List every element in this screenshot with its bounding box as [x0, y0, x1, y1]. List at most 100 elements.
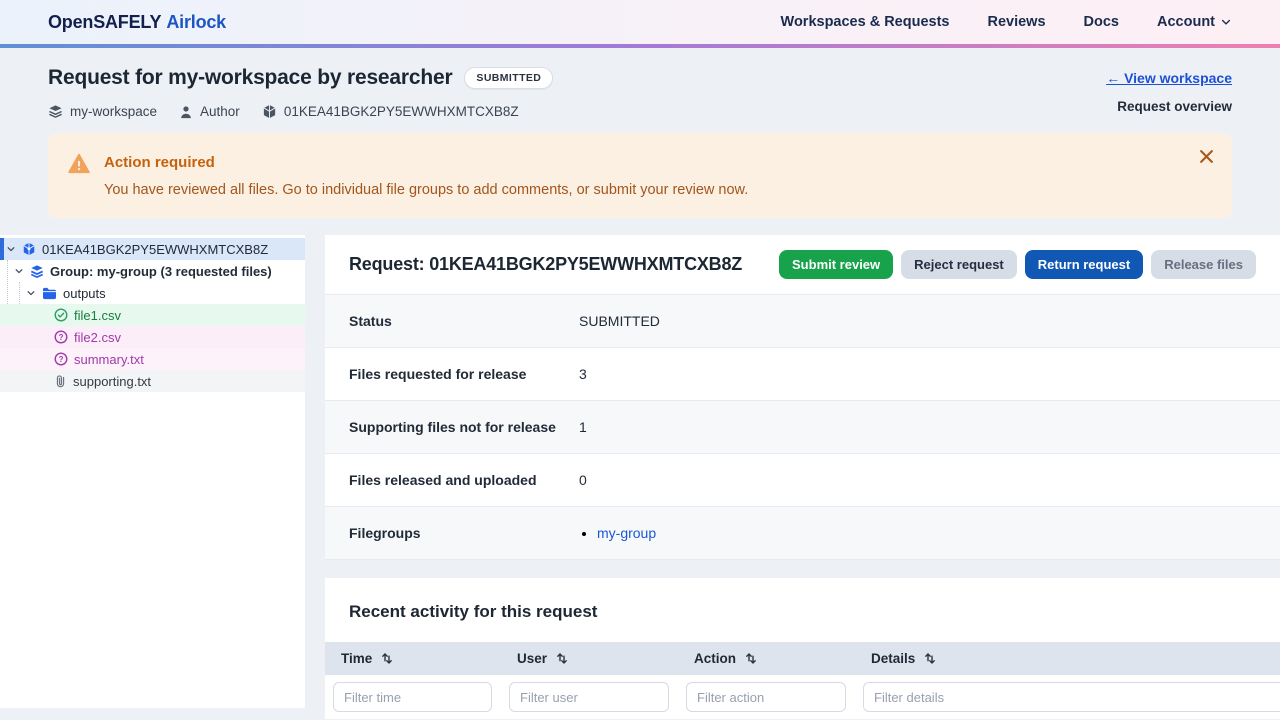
sort-icon [924, 652, 936, 665]
tree-item-supporting[interactable]: supporting.txt [0, 370, 305, 392]
recent-activity-title: Recent activity for this request [325, 578, 1280, 642]
overview-label: Status [349, 313, 579, 329]
chevron-down-icon [1220, 16, 1232, 28]
file-tree-sidebar: 01KEA41BGK2PY5EWWHXMTCXB8Z Group: my-gro… [0, 235, 305, 708]
overview-row-filegroups: Filegroups my-group [325, 507, 1280, 560]
column-header-details[interactable]: Details [855, 642, 1280, 675]
close-icon [1199, 149, 1214, 164]
layers-icon [48, 104, 63, 119]
nav-account-menu[interactable]: Account [1157, 14, 1232, 30]
chevron-down-icon [26, 288, 36, 298]
tree-folder-label: outputs [63, 286, 106, 301]
paperclip-icon [54, 374, 67, 388]
tree-item-file2[interactable]: ? file2.csv [0, 326, 305, 348]
meta-request-id: 01KEA41BGK2PY5EWWHXMTCXB8Z [262, 104, 519, 119]
column-header-action[interactable]: Action [678, 642, 855, 675]
main-nav: Workspaces & Requests Reviews Docs Accou… [781, 14, 1232, 30]
page-title: Request for my-workspace by researcher [48, 66, 452, 90]
action-required-alert: Action required You have reviewed all fi… [48, 133, 1232, 218]
overview-row-status: Status SUBMITTED [325, 295, 1280, 348]
request-actions: Submit review Reject request Return requ… [779, 250, 1256, 279]
meta-workspace-label: my-workspace [70, 104, 157, 119]
activity-filter-row [325, 675, 1280, 719]
column-label: User [517, 651, 547, 666]
overview-label: Files requested for release [349, 366, 579, 382]
warning-icon [68, 153, 90, 198]
svg-text:?: ? [59, 333, 64, 342]
overview-value: 3 [579, 366, 587, 382]
airlock-page: OpenSAFELYAirlock Workspaces & Requests … [0, 0, 1280, 720]
nav-docs[interactable]: Docs [1084, 14, 1119, 30]
svg-text:?: ? [59, 355, 64, 364]
brand-logo[interactable]: OpenSAFELYAirlock [48, 12, 226, 33]
page-header-left: Request for my-workspace by researcher S… [48, 66, 553, 119]
release-files-button[interactable]: Release files [1151, 250, 1256, 279]
overview-label: Filegroups [349, 525, 579, 541]
column-label: Action [694, 651, 736, 666]
tree-item-request-root[interactable]: 01KEA41BGK2PY5EWWHXMTCXB8Z [0, 238, 305, 260]
navbar: OpenSAFELYAirlock Workspaces & Requests … [0, 0, 1280, 44]
filegroups-list-item: my-group [597, 525, 656, 541]
filter-time-input[interactable] [333, 682, 492, 712]
alert-close-button[interactable] [1195, 145, 1218, 168]
return-request-button[interactable]: Return request [1025, 250, 1143, 279]
layers-icon [30, 264, 44, 278]
alert-content: Action required You have reviewed all fi… [104, 151, 748, 198]
request-meta: my-workspace Author 01KEA41BGK2PY5EWWHXM… [48, 104, 553, 119]
sort-icon [745, 652, 757, 665]
activity-table-header: Time User Action Details [325, 642, 1280, 675]
question-circle-icon: ? [54, 352, 68, 366]
sort-icon [556, 652, 568, 665]
tree-item-outputs-folder[interactable]: outputs [0, 282, 305, 304]
folder-icon [42, 287, 57, 300]
airlock-cube-icon [22, 242, 36, 256]
page-header: Request for my-workspace by researcher S… [0, 48, 1280, 123]
person-icon [179, 105, 193, 119]
chevron-down-icon [14, 266, 24, 276]
column-header-user[interactable]: User [501, 642, 678, 675]
request-title: Request: 01KEA41BGK2PY5EWWHXMTCXB8Z [349, 254, 742, 275]
status-badge: SUBMITTED [464, 67, 553, 89]
reject-request-button[interactable]: Reject request [901, 250, 1017, 279]
nav-account-label: Account [1157, 14, 1215, 30]
tree-item-group[interactable]: Group: my-group (3 requested files) [0, 260, 305, 282]
column-header-time[interactable]: Time [325, 642, 501, 675]
tree-item-summary[interactable]: ? summary.txt [0, 348, 305, 370]
nav-workspaces-requests[interactable]: Workspaces & Requests [781, 14, 950, 30]
chevron-down-icon [6, 244, 16, 254]
tree-item-file1[interactable]: file1.csv [0, 304, 305, 326]
column-label: Time [341, 651, 372, 666]
filegroups-list: my-group [597, 525, 656, 541]
filter-user-input[interactable] [509, 682, 669, 712]
overview-row-files-released: Files released and uploaded 0 [325, 454, 1280, 507]
brand-secondary: Airlock [166, 12, 226, 32]
meta-author-label: Author [200, 104, 240, 119]
overview-value: SUBMITTED [579, 313, 660, 329]
filter-action-input[interactable] [686, 682, 846, 712]
meta-author: Author [179, 104, 240, 119]
view-workspace-link[interactable]: ← View workspace [1106, 70, 1232, 86]
meta-request-id-label: 01KEA41BGK2PY5EWWHXMTCXB8Z [284, 104, 519, 119]
request-overview-card: Request: 01KEA41BGK2PY5EWWHXMTCXB8Z Subm… [325, 235, 1280, 560]
overview-label: Files released and uploaded [349, 472, 579, 488]
filegroup-link[interactable]: my-group [597, 525, 656, 541]
request-card-header: Request: 01KEA41BGK2PY5EWWHXMTCXB8Z Subm… [325, 235, 1280, 295]
tree-file-label: summary.txt [74, 352, 144, 367]
question-circle-icon: ? [54, 330, 68, 344]
meta-workspace: my-workspace [48, 104, 157, 119]
tree-file-label: supporting.txt [73, 374, 151, 389]
content-area: 01KEA41BGK2PY5EWWHXMTCXB8Z Group: my-gro… [0, 235, 1280, 719]
overview-row-files-requested: Files requested for release 3 [325, 348, 1280, 401]
tree-file-label: file2.csv [74, 330, 121, 345]
overview-row-supporting-files: Supporting files not for release 1 [325, 401, 1280, 454]
sort-icon [381, 652, 393, 665]
tree-file-label: file1.csv [74, 308, 121, 323]
filter-details-input[interactable] [863, 682, 1280, 712]
overview-value: 0 [579, 472, 587, 488]
recent-activity-card: Recent activity for this request Time Us… [325, 578, 1280, 719]
request-overview-label: Request overview [1117, 99, 1232, 114]
nav-reviews[interactable]: Reviews [987, 14, 1045, 30]
column-label: Details [871, 651, 915, 666]
submit-review-button[interactable]: Submit review [779, 250, 893, 279]
check-circle-icon [54, 308, 68, 322]
